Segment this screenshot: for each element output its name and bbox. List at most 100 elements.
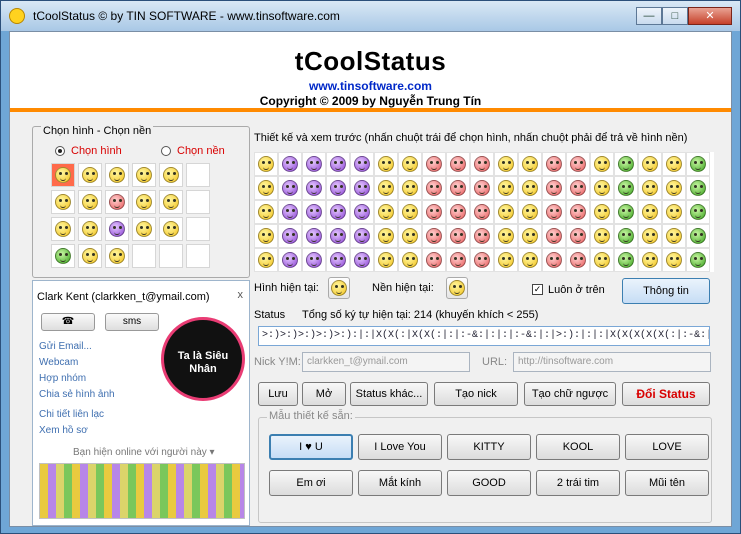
maximize-button[interactable]: □ [662,7,688,25]
picker-cell[interactable] [78,244,102,268]
design-cell[interactable] [590,176,614,200]
picker-cell[interactable] [51,244,75,268]
always-on-top-checkbox[interactable]: ✓ [532,284,543,295]
design-cell[interactable] [614,152,638,176]
design-cell[interactable] [326,224,350,248]
title-bar[interactable]: tCoolStatus © by TIN SOFTWARE - www.tins… [1,1,740,31]
picker-cell[interactable] [159,244,183,268]
design-cell[interactable] [542,152,566,176]
design-cell[interactable] [494,224,518,248]
picker-cell[interactable] [105,190,129,214]
design-cell[interactable] [494,152,518,176]
design-cell[interactable] [662,248,686,272]
current-image-button[interactable] [328,277,350,299]
picker-cell[interactable] [51,217,75,241]
sample-mat-kinh[interactable]: Mắt kính [358,470,442,496]
design-cell[interactable] [326,248,350,272]
design-cell[interactable] [518,152,542,176]
design-cell[interactable] [518,200,542,224]
design-cell[interactable] [254,176,278,200]
design-cell[interactable] [590,200,614,224]
design-cell[interactable] [254,248,278,272]
picker-cell[interactable] [78,163,102,187]
close-button[interactable]: ✕ [688,7,732,25]
picker-cell[interactable] [78,190,102,214]
picker-cell[interactable] [51,163,75,187]
design-cell[interactable] [446,176,470,200]
design-cell[interactable] [398,176,422,200]
website-link[interactable]: www.tinsoftware.com [10,79,731,93]
design-cell[interactable] [326,200,350,224]
design-cell[interactable] [638,224,662,248]
sample-em-oi[interactable]: Em ơi [269,470,353,496]
design-cell[interactable] [422,152,446,176]
design-cell[interactable] [398,248,422,272]
radio-pick-image[interactable]: Chọn hình [55,145,122,157]
design-cell[interactable] [446,200,470,224]
design-cell[interactable] [566,176,590,200]
create-nick-button[interactable]: Tạo nick [434,382,518,406]
design-cell[interactable] [350,176,374,200]
chat-link-email[interactable]: Gửi Email... [39,341,92,352]
chat-link-profile[interactable]: Xem hồ sơ [39,425,88,436]
design-cell[interactable] [542,248,566,272]
design-cell[interactable] [566,152,590,176]
online-label[interactable]: Bạn hiện online với người này ▾ [73,447,215,458]
design-cell[interactable] [350,152,374,176]
design-cell[interactable] [422,176,446,200]
info-button[interactable]: Thông tin [622,278,710,304]
design-cell[interactable] [470,248,494,272]
design-cell[interactable] [302,152,326,176]
design-cell[interactable] [686,152,710,176]
minimize-button[interactable]: — [636,7,662,25]
design-cell[interactable] [422,200,446,224]
save-button[interactable]: Lưu [258,382,298,406]
chat-link-group[interactable]: Hợp nhóm [39,373,86,384]
change-status-button[interactable]: Đổi Status [622,382,710,406]
design-cell[interactable] [662,152,686,176]
design-cell[interactable] [494,176,518,200]
design-cell[interactable] [686,224,710,248]
design-cell[interactable] [494,200,518,224]
design-cell[interactable] [254,224,278,248]
sample-i-heart-u[interactable]: I ♥ U [269,434,353,460]
design-cell[interactable] [398,200,422,224]
design-cell[interactable] [566,224,590,248]
design-cell[interactable] [374,176,398,200]
picker-cell[interactable] [132,217,156,241]
design-cell[interactable] [638,176,662,200]
design-cell[interactable] [470,152,494,176]
design-cell[interactable] [278,200,302,224]
current-bg-button[interactable] [446,277,468,299]
design-cell[interactable] [302,200,326,224]
design-cell[interactable] [542,200,566,224]
picker-cell[interactable] [78,217,102,241]
design-cell[interactable] [662,224,686,248]
design-cell[interactable] [686,200,710,224]
design-cell[interactable] [350,200,374,224]
design-cell[interactable] [566,200,590,224]
design-cell[interactable] [446,224,470,248]
status-input[interactable]: >:)>:)>:)>:)>:):|:|X(X(:|X(X(:|:|:-&:|:|… [258,326,710,346]
sample-i-love-you[interactable]: I Love You [358,434,442,460]
picker-cell[interactable] [132,244,156,268]
design-cell[interactable] [590,224,614,248]
design-cell[interactable] [446,248,470,272]
design-cell[interactable] [278,224,302,248]
picker-cell[interactable] [186,217,210,241]
design-cell[interactable] [542,224,566,248]
design-cell[interactable] [254,200,278,224]
picker-cell[interactable] [132,163,156,187]
reverse-text-button[interactable]: Tạo chữ ngược [524,382,616,406]
design-cell[interactable] [278,248,302,272]
design-cell[interactable] [614,248,638,272]
design-cell[interactable] [350,224,374,248]
design-cell[interactable] [374,200,398,224]
design-cell[interactable] [374,224,398,248]
design-cell[interactable] [446,152,470,176]
chat-link-details[interactable]: Chi tiết liên lạc [39,409,104,420]
design-cell[interactable] [686,248,710,272]
design-cell[interactable] [686,176,710,200]
sample-arrow[interactable]: Mũi tên [625,470,709,496]
other-status-button[interactable]: Status khác... [350,382,428,406]
